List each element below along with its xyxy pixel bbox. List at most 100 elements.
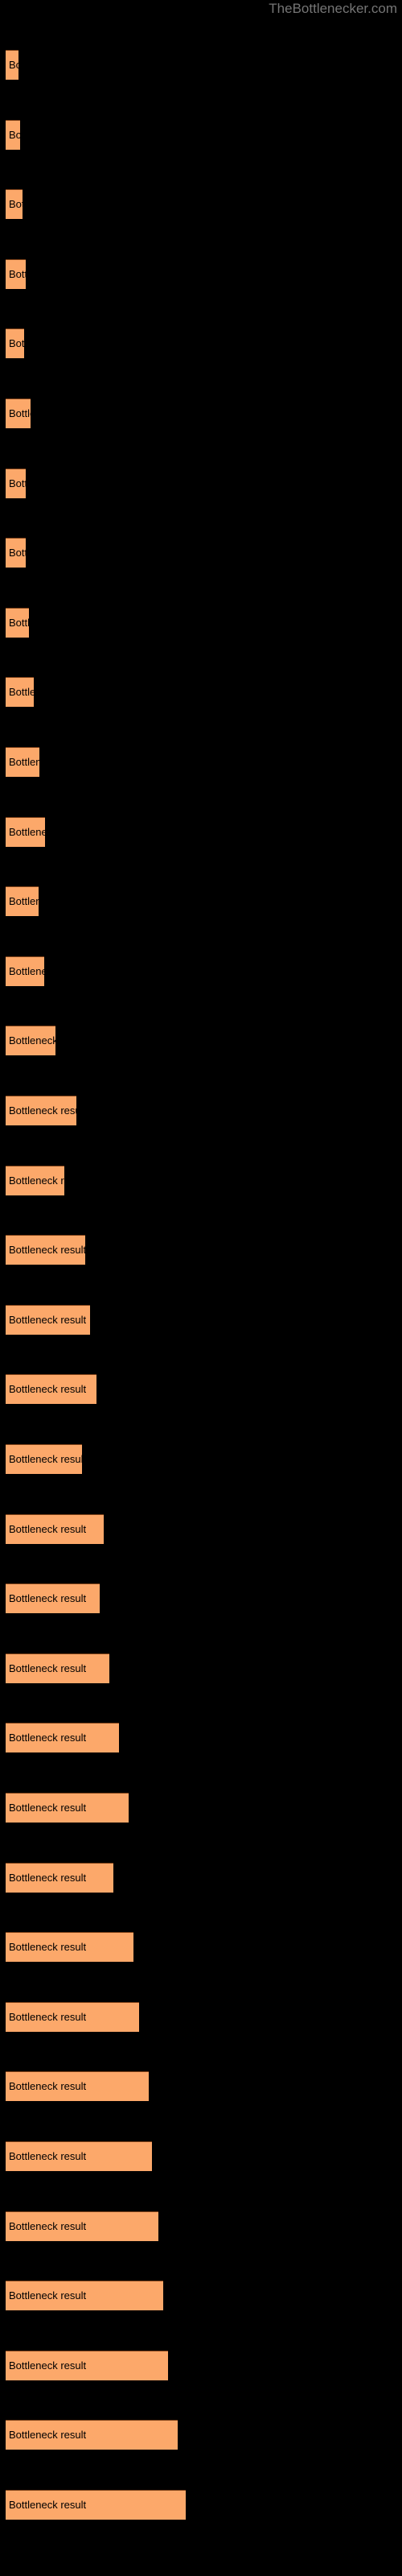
bar-label-clip: Bottleneck result (6, 817, 45, 847)
bar-label-clip: Bottleneck result (6, 1374, 96, 1404)
bar-label-clip: Bottleneck result (6, 398, 31, 428)
bar-row: Bottleneck result (6, 1932, 133, 1963)
bar-row: Bottleneck result (6, 607, 29, 638)
bar-label-clip: Bottleneck result (6, 1653, 109, 1683)
bar-label-clip: Bottleneck result (6, 1863, 113, 1893)
bar-label: Bottleneck result (9, 756, 39, 768)
bar-label: Bottleneck result (9, 1802, 87, 1814)
bar-row: Bottleneck result (6, 538, 26, 568)
bar-row: Bottleneck result (6, 1653, 109, 1683)
bar-label: Bottleneck result (9, 267, 26, 280)
bar-label: Bottleneck result (9, 2080, 87, 2093)
bar-row: Bottleneck result (6, 677, 34, 708)
bar-row: Bottleneck result (6, 398, 31, 428)
bar-label: Bottleneck result (9, 407, 31, 419)
bar-label: Bottleneck result (9, 895, 39, 908)
bar-label: Bottleneck result (9, 825, 45, 838)
bar-label-clip: Bottleneck result (6, 2281, 163, 2310)
bar-row: Bottleneck result (6, 189, 23, 220)
bar-label-clip: Bottleneck result (6, 677, 34, 707)
bar-label-clip: Bottleneck result (6, 1026, 55, 1055)
bar-row: Bottleneck result (6, 119, 20, 150)
bar-label-clip: Bottleneck result (6, 189, 23, 219)
bar-label: Bottleneck result (9, 1941, 87, 1954)
bar-label-clip: Bottleneck result (6, 1235, 85, 1265)
bar-label: Bottleneck result (9, 1453, 82, 1465)
bar-label: Bottleneck result (9, 2429, 87, 2442)
bar-label-clip: Bottleneck result (6, 1932, 133, 1962)
bar-row: Bottleneck result (6, 886, 39, 917)
bar-label-clip: Bottleneck result (6, 328, 24, 358)
bar-label: Bottleneck result (9, 1174, 64, 1187)
bar-row: Bottleneck result (6, 1793, 129, 1823)
bar-row: Bottleneck result (6, 956, 44, 986)
site-watermark: TheBottlenecker.com (269, 1, 397, 16)
bar-label: Bottleneck result (9, 1244, 85, 1257)
bar-row: Bottleneck result (6, 747, 39, 777)
bar-label-clip: Bottleneck result (6, 956, 44, 986)
bar-label-clip: Bottleneck result (6, 538, 26, 568)
bar-row: Bottleneck result (6, 1374, 96, 1405)
bar-row: Bottleneck result (6, 1026, 55, 1056)
bar-row: Bottleneck result (6, 2001, 139, 2032)
bar-label: Bottleneck result (9, 686, 34, 699)
bar-label-clip: Bottleneck result (6, 1793, 129, 1823)
bar-label-clip: Bottleneck result (6, 2490, 186, 2520)
bar-label: Bottleneck result (9, 477, 26, 489)
bar-label-clip: Bottleneck result (6, 1096, 76, 1125)
bar-row: Bottleneck result (6, 816, 45, 847)
bar-row: Bottleneck result (6, 1304, 90, 1335)
bar-row: Bottleneck result (6, 1723, 119, 1753)
bar-label: Bottleneck result (9, 1662, 87, 1674)
bar-label: Bottleneck result (9, 2499, 87, 2511)
bar-row: Bottleneck result (6, 468, 26, 498)
bar-label: Bottleneck result (9, 964, 44, 977)
bar-label-clip: Bottleneck result (6, 2211, 158, 2241)
bar-row: Bottleneck result (6, 258, 26, 289)
bar-row: Bottleneck result (6, 2420, 178, 2450)
bar-label-clip: Bottleneck result (6, 886, 39, 916)
bar-label: Bottleneck result (9, 1592, 87, 1605)
bar-label: Bottleneck result (9, 128, 20, 141)
bar-label-clip: Bottleneck result (6, 50, 18, 80)
bar-label-clip: Bottleneck result (6, 1305, 90, 1335)
bar-label: Bottleneck result (9, 1522, 87, 1535)
bar-label: Bottleneck result (9, 616, 29, 629)
bar-label: Bottleneck result (9, 1104, 76, 1117)
bar-row: Bottleneck result (6, 1096, 76, 1125)
bar-label-clip: Bottleneck result (6, 2071, 149, 2101)
bar-row: Bottleneck result (6, 1235, 85, 1265)
bar-row: Bottleneck result (6, 2281, 163, 2311)
bar-row: Bottleneck result (6, 2350, 168, 2380)
bar-label-clip: Bottleneck result (6, 608, 29, 638)
bar-label-clip: Bottleneck result (6, 747, 39, 777)
bar-row: Bottleneck result (6, 2211, 158, 2241)
bar-row: Bottleneck result (6, 2141, 152, 2171)
bar-label: Bottleneck result (9, 1034, 55, 1047)
bar-label-clip: Bottleneck result (6, 120, 20, 150)
bottleneck-bar-chart: Bottleneck result Bottleneck result Bottle… (0, 0, 402, 2576)
bar-row: Bottleneck result (6, 1513, 104, 1544)
bar-label: Bottleneck result (9, 198, 23, 211)
bar-label: Bottleneck result (9, 1871, 87, 1884)
bar-label: Bottleneck result (9, 1383, 87, 1396)
bar-row: Bottleneck result (6, 1165, 64, 1195)
bar-row: Bottleneck result (6, 50, 18, 80)
bar-label: Bottleneck result (9, 1313, 87, 1326)
bar-label: Bottleneck result (9, 2150, 87, 2162)
bar-label: Bottleneck result (9, 2359, 87, 2372)
bar-row: Bottleneck result (6, 1862, 113, 1893)
bar-label: Bottleneck result (9, 547, 26, 559)
bar-series-container: Bottleneck result Bottleneck result Bottle… (0, 0, 402, 2576)
bar-label: Bottleneck result (9, 2289, 87, 2302)
bar-label-clip: Bottleneck result (6, 469, 26, 498)
bar-label-clip: Bottleneck result (6, 1583, 100, 1613)
bar-label-clip: Bottleneck result (6, 1444, 82, 1474)
bar-label: Bottleneck result (9, 1732, 87, 1744)
bar-row: Bottleneck result (6, 1583, 100, 1614)
bar-label: Bottleneck result (9, 337, 24, 350)
bar-label: Bottleneck result (9, 59, 18, 71)
bar-label-clip: Bottleneck result (6, 1723, 119, 1752)
bar-label: Bottleneck result (9, 2010, 87, 2023)
bar-row: Bottleneck result (6, 1444, 82, 1474)
